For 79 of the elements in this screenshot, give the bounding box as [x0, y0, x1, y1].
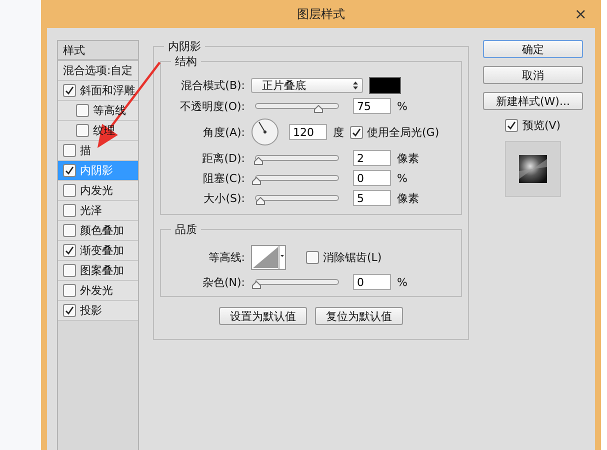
checkbox-label: 预览(V)	[522, 118, 561, 133]
contour-label: 等高线:	[207, 250, 245, 264]
slider-label: 阻塞(C):	[202, 170, 245, 186]
unit-label: 像素	[397, 150, 419, 166]
slider-thumb[interactable]	[254, 157, 264, 165]
style-item[interactable]: 描	[58, 141, 138, 161]
blend-mode-dropdown[interactable]: 正片叠底	[251, 78, 363, 92]
slider-thumb[interactable]	[252, 177, 261, 185]
style-label: 图案叠加	[80, 263, 124, 278]
style-item[interactable]: 斜面和浮雕	[58, 81, 138, 101]
checkbox[interactable]	[350, 126, 363, 138]
color-swatch[interactable]	[369, 76, 401, 94]
group-title: 品质	[171, 222, 201, 237]
style-label: 斜面和浮雕	[80, 83, 135, 98]
group-title: 结构	[171, 54, 201, 69]
checkbox[interactable]	[63, 284, 76, 297]
checkbox[interactable]	[63, 184, 76, 197]
checkbox[interactable]	[63, 164, 76, 177]
checkbox[interactable]	[63, 144, 76, 157]
checkbox[interactable]	[306, 250, 319, 264]
section-title: 内阴影	[164, 39, 205, 54]
value-field[interactable]: 75	[353, 98, 391, 114]
preview-thumbnail	[519, 155, 547, 183]
blend-mode-label: 混合模式(B):	[180, 78, 245, 92]
unit-label: %	[397, 276, 408, 288]
blend-options-item[interactable]: 混合选项:自定	[58, 61, 138, 81]
checkbox[interactable]	[63, 204, 76, 217]
checkbox[interactable]	[76, 104, 89, 117]
style-item[interactable]: 光泽	[58, 201, 138, 221]
checkbox[interactable]	[505, 119, 518, 132]
slider-label: 距离(D):	[201, 150, 245, 166]
stepper-icon	[353, 80, 358, 90]
angle-field[interactable]: 120	[289, 124, 327, 140]
value-field[interactable]: 5	[353, 190, 391, 206]
style-label: 内阴影	[80, 163, 113, 178]
slider-label: 大小(S):	[202, 190, 245, 206]
action-button[interactable]: 新建样式(W)...	[483, 92, 583, 110]
style-label: 渐变叠加	[80, 243, 124, 258]
default-button[interactable]: 设置为默认值	[219, 307, 307, 325]
checkbox[interactable]	[76, 124, 89, 137]
value-field[interactable]: 2	[353, 150, 391, 166]
style-item[interactable]: 颜色叠加	[58, 221, 138, 241]
style-item[interactable]: 渐变叠加	[58, 241, 138, 261]
unit-label: %	[397, 100, 408, 112]
style-item[interactable]: 图案叠加	[58, 261, 138, 281]
close-button[interactable]: ×	[574, 5, 587, 23]
angle-label: 角度(A):	[202, 124, 245, 140]
action-button[interactable]: 确定	[483, 40, 583, 58]
checkbox[interactable]	[63, 264, 76, 277]
style-label: 颜色叠加	[80, 223, 124, 238]
style-label: 光泽	[80, 203, 102, 218]
slider-label: 杂色(N):	[201, 274, 245, 290]
style-label: 内发光	[80, 183, 113, 198]
checkbox-label: 使用全局光(G)	[367, 124, 440, 140]
unit-label: %	[397, 172, 408, 184]
checkbox[interactable]	[63, 84, 76, 97]
angle-dial[interactable]	[251, 118, 279, 146]
slider-thumb[interactable]	[256, 197, 266, 205]
checkbox[interactable]	[63, 304, 76, 317]
default-button[interactable]: 复位为默认值	[315, 307, 403, 325]
style-item[interactable]: 投影	[58, 301, 138, 321]
checkbox[interactable]	[63, 224, 76, 237]
style-label: 投影	[80, 303, 102, 318]
checkbox-label: 消除锯齿(L)	[323, 250, 382, 264]
contour-picker[interactable]	[251, 244, 286, 270]
slider-thumb[interactable]	[314, 105, 322, 113]
unit-label: 度	[333, 124, 344, 140]
action-button[interactable]: 取消	[483, 66, 583, 84]
slider-label: 不透明度(O):	[179, 98, 245, 114]
window-title: 图层样式	[297, 6, 345, 22]
style-item[interactable]: 内发光	[58, 181, 138, 201]
unit-label: 像素	[397, 190, 419, 206]
value-field[interactable]: 0	[353, 274, 391, 290]
value-field[interactable]: 0	[353, 170, 391, 186]
style-item[interactable]: 外发光	[58, 281, 138, 301]
style-label: 描	[80, 143, 91, 158]
slider-thumb[interactable]	[252, 281, 261, 289]
checkbox[interactable]	[63, 244, 76, 257]
style-label: 外发光	[80, 283, 113, 298]
